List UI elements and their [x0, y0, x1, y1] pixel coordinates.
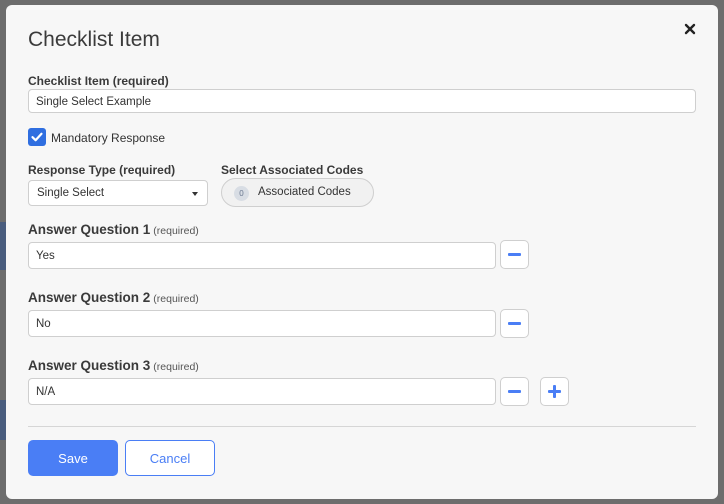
check-icon: [31, 132, 43, 142]
required-note: (required): [153, 225, 199, 237]
remove-answer-2-button[interactable]: [500, 309, 529, 338]
associated-codes-button-label: Associated Codes: [258, 186, 351, 198]
codes-count-badge: 0: [234, 186, 249, 201]
answer-question-1-label: Answer Question 1 (required): [28, 222, 199, 237]
cancel-button[interactable]: Cancel: [125, 440, 215, 476]
remove-answer-1-button[interactable]: [500, 240, 529, 269]
minus-icon: [508, 322, 521, 325]
response-type-label: Response Type (required): [28, 163, 176, 177]
checklist-item-label: Checklist Item (required): [28, 74, 169, 88]
footer-divider: [28, 426, 696, 427]
checklist-item-input[interactable]: Single Select Example: [28, 89, 696, 113]
answer-question-3-label: Answer Question 3 (required): [28, 358, 199, 373]
mandatory-response-checkbox[interactable]: [28, 128, 46, 146]
minus-icon: [508, 253, 521, 256]
save-button[interactable]: Save: [28, 440, 118, 476]
answer-question-2-title: Answer Question 2: [28, 290, 151, 305]
required-note: (required): [153, 293, 199, 305]
mandatory-response-label: Mandatory Response: [51, 131, 166, 145]
response-type-select[interactable]: Single Select: [28, 180, 208, 206]
remove-answer-3-button[interactable]: [500, 377, 529, 406]
minus-icon: [508, 390, 521, 393]
add-answer-button[interactable]: [540, 377, 569, 406]
caret-down-icon: [192, 192, 198, 196]
associated-codes-label: Select Associated Codes: [221, 163, 364, 177]
close-button[interactable]: [680, 19, 700, 39]
plus-icon: [548, 385, 561, 398]
answer-question-2-label: Answer Question 2 (required): [28, 290, 199, 305]
associated-codes-button[interactable]: 0 Associated Codes: [221, 178, 374, 207]
answer-question-2-input[interactable]: No: [28, 310, 496, 337]
answer-question-3-input[interactable]: N/A: [28, 378, 496, 405]
answer-question-1-title: Answer Question 1: [28, 222, 151, 237]
close-icon: [684, 23, 696, 35]
required-note: (required): [153, 361, 199, 373]
response-type-value: Single Select: [37, 187, 105, 199]
answer-question-3-title: Answer Question 3: [28, 358, 151, 373]
dialog-title: Checklist Item: [28, 28, 160, 51]
answer-question-1-input[interactable]: Yes: [28, 242, 496, 269]
checklist-item-dialog: Checklist Item Checklist Item (required)…: [6, 5, 718, 499]
